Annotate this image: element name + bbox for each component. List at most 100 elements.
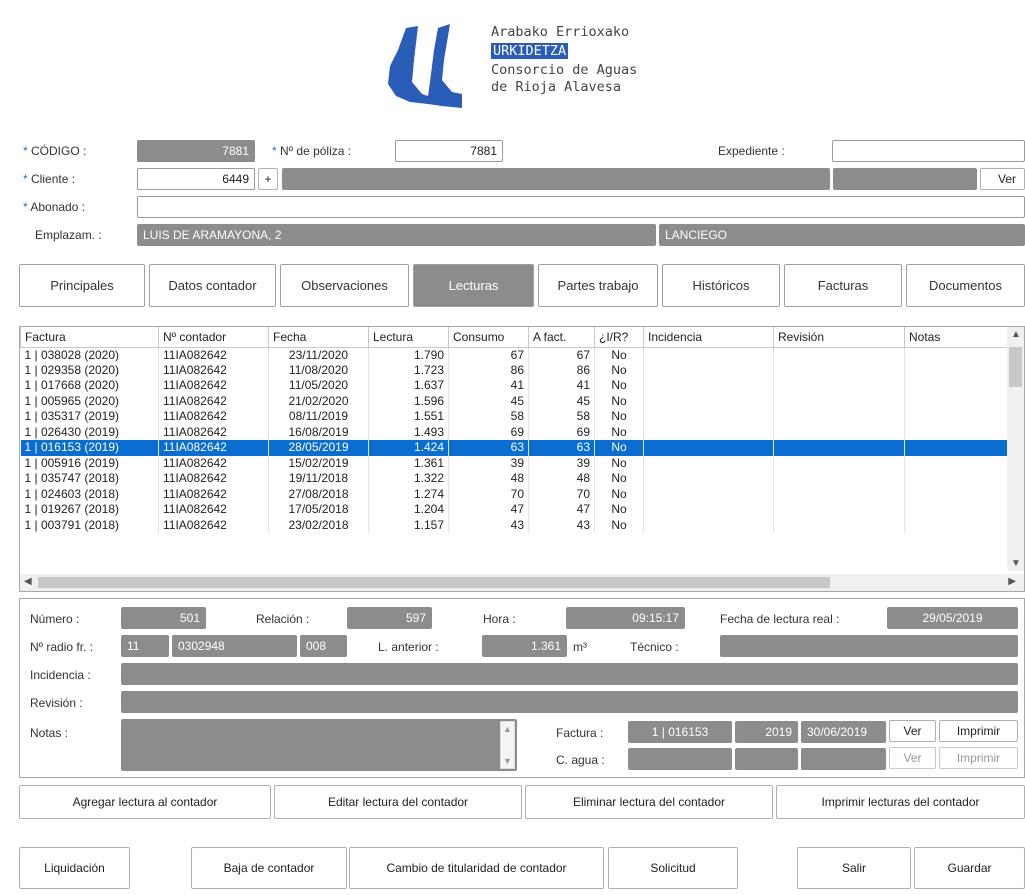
tab-datos-contador[interactable]: Datos contador: [149, 264, 276, 307]
col-factura[interactable]: Factura: [20, 327, 159, 348]
col-contador[interactable]: Nº contador: [158, 327, 269, 348]
ver-client-button[interactable]: Ver: [980, 168, 1025, 190]
scroll-left-arrow-icon[interactable]: ◀: [24, 576, 32, 587]
tab-partes-trabajo[interactable]: Partes trabajo: [538, 264, 658, 307]
incidencia-label: Incidencia :: [30, 668, 91, 682]
table-row[interactable]: 1 | 026430 (2019) 11IA082642 16/08/2019 1.4…: [20, 424, 1009, 440]
table-cell: 21/02/2020: [268, 393, 369, 409]
table-cell: [773, 517, 905, 533]
table-hscrollbar[interactable]: ◀ ▶: [20, 574, 1024, 591]
radio-b-field[interactable]: 0302948: [172, 635, 297, 657]
abonado-field[interactable]: [137, 196, 1025, 218]
table-row[interactable]: 1 | 005965 (2020) 11IA082642 21/02/2020 1.5…: [20, 393, 1009, 409]
tab-principales[interactable]: Principales: [19, 264, 145, 307]
col-ir[interactable]: ¿I/R?: [594, 327, 644, 348]
col-lectura[interactable]: Lectura: [368, 327, 449, 348]
col-consumo[interactable]: Consumo: [448, 327, 529, 348]
imprimir-cagua-button[interactable]: Imprimir: [939, 747, 1018, 769]
col-a-fact[interactable]: A fact.: [528, 327, 595, 348]
table-cell: 19/11/2018: [268, 471, 369, 487]
hscroll-thumb[interactable]: [38, 577, 830, 588]
cliente-field[interactable]: 6449: [137, 168, 255, 190]
notas-scroll-down-icon[interactable]: ▼: [503, 756, 512, 766]
poliza-field[interactable]: 7881: [395, 140, 503, 162]
table-row[interactable]: 1 | 038028 (2020) 11IA082642 23/11/2020 1.7…: [20, 347, 1009, 363]
fecha-real-field[interactable]: 29/05/2019: [887, 607, 1018, 629]
table-cell: 11/05/2020: [268, 378, 369, 394]
table-row[interactable]: 1 | 019267 (2018) 11IA082642 17/05/2018 1.2…: [20, 502, 1009, 518]
col-notas[interactable]: Notas: [904, 327, 1009, 348]
radio-a-field[interactable]: 11: [121, 635, 169, 657]
ver-cagua-button[interactable]: Ver: [889, 747, 936, 769]
anterior-field[interactable]: 1.361: [482, 635, 567, 657]
table-cell: [643, 393, 774, 409]
ver-factura-button[interactable]: Ver: [889, 720, 936, 742]
table-cell: [904, 362, 1009, 378]
editar-lectura-button[interactable]: Editar lectura del contador: [274, 785, 522, 819]
solicitud-button[interactable]: Solicitud: [608, 847, 738, 889]
salir-button[interactable]: Salir: [797, 847, 911, 889]
table-cell: 45: [528, 393, 595, 409]
cagua-date-field[interactable]: [801, 748, 886, 770]
table-row[interactable]: 1 | 003791 (2018) 11IA082642 23/02/2018 1.1…: [20, 517, 1009, 533]
scroll-up-arrow-icon[interactable]: ▲: [1011, 329, 1021, 340]
factura-date-field[interactable]: 30/06/2019: [801, 721, 886, 743]
imprimir-lecturas-button[interactable]: Imprimir lecturas del contador: [776, 785, 1025, 819]
notas-field[interactable]: [121, 719, 517, 771]
table-cell: [773, 486, 905, 502]
table-cell: 27/08/2018: [268, 486, 369, 502]
numero-field[interactable]: 501: [121, 607, 206, 629]
notas-scrollbar[interactable]: ▲ ▼: [500, 721, 515, 769]
consortium-logo: [388, 24, 462, 108]
table-row[interactable]: 1 | 005916 (2019) 11IA082642 15/02/2019 1.3…: [20, 455, 1009, 471]
table-row[interactable]: 1 | 024603 (2018) 11IA082642 27/08/2018 1.2…: [20, 486, 1009, 502]
cagua-num-field[interactable]: [628, 748, 732, 770]
table-cell: 45: [448, 393, 529, 409]
codigo-field[interactable]: 7881: [137, 140, 255, 162]
radio-c-field[interactable]: 008: [300, 635, 347, 657]
cagua-year-field[interactable]: [735, 748, 798, 770]
guardar-button[interactable]: Guardar: [914, 847, 1025, 889]
agregar-lectura-button[interactable]: Agregar lectura al contador: [19, 785, 271, 819]
hora-field[interactable]: 09:15:17: [566, 607, 685, 629]
scroll-right-arrow-icon[interactable]: ▶: [1008, 576, 1016, 587]
revision-field[interactable]: [121, 691, 1018, 713]
eliminar-lectura-button[interactable]: Eliminar lectura del contador: [525, 785, 773, 819]
factura-year-field[interactable]: 2019: [735, 721, 798, 743]
expediente-field[interactable]: [832, 140, 1025, 162]
table-row[interactable]: 1 | 035747 (2018) 11IA082642 19/11/2018 1.3…: [20, 471, 1009, 487]
add-client-button[interactable]: +: [258, 168, 278, 190]
notas-scroll-up-icon[interactable]: ▲: [503, 724, 512, 734]
relacion-field[interactable]: 597: [347, 607, 432, 629]
table-vscrollbar[interactable]: ▲ ▼: [1007, 327, 1024, 571]
incidencia-field[interactable]: [121, 663, 1018, 685]
table-cell: 1.322: [368, 471, 449, 487]
table-row[interactable]: 1 | 029358 (2020) 11IA082642 11/08/2020 1.7…: [20, 362, 1009, 378]
table-row[interactable]: 1 | 016153 (2019) 11IA082642 28/05/2019 1.4…: [20, 440, 1009, 456]
liquidacion-button[interactable]: Liquidación: [19, 847, 130, 889]
tab-historicos[interactable]: Históricos: [662, 264, 780, 307]
table-cell: 1.493: [368, 424, 449, 440]
cambio-titularidad-button[interactable]: Cambio de titularidad de contador: [349, 847, 604, 889]
abonado-label: * Abonado :: [23, 200, 86, 214]
table-cell: 47: [448, 502, 529, 518]
col-fecha[interactable]: Fecha: [268, 327, 369, 348]
table-cell: [643, 471, 774, 487]
tab-facturas[interactable]: Facturas: [784, 264, 902, 307]
table-row[interactable]: 1 | 017668 (2020) 11IA082642 11/05/2020 1.6…: [20, 378, 1009, 394]
table-row[interactable]: 1 | 035317 (2019) 11IA082642 08/11/2019 1.5…: [20, 409, 1009, 425]
scroll-down-arrow-icon[interactable]: ▼: [1011, 558, 1021, 569]
factura-num-field[interactable]: 1 | 016153: [628, 721, 732, 743]
table-cell: 1.361: [368, 455, 449, 471]
col-revision[interactable]: Revisión: [773, 327, 905, 348]
table-cell: 67: [528, 347, 595, 363]
tab-documentos[interactable]: Documentos: [906, 264, 1025, 307]
col-incidencia[interactable]: Incidencia: [643, 327, 774, 348]
tab-observaciones[interactable]: Observaciones: [280, 264, 409, 307]
table-cell: 48: [528, 471, 595, 487]
vscroll-thumb[interactable]: [1009, 347, 1022, 387]
tab-lecturas[interactable]: Lecturas: [413, 264, 534, 307]
baja-contador-button[interactable]: Baja de contador: [191, 847, 347, 889]
tecnico-field[interactable]: [720, 635, 1018, 657]
imprimir-factura-button[interactable]: Imprimir: [939, 720, 1018, 742]
